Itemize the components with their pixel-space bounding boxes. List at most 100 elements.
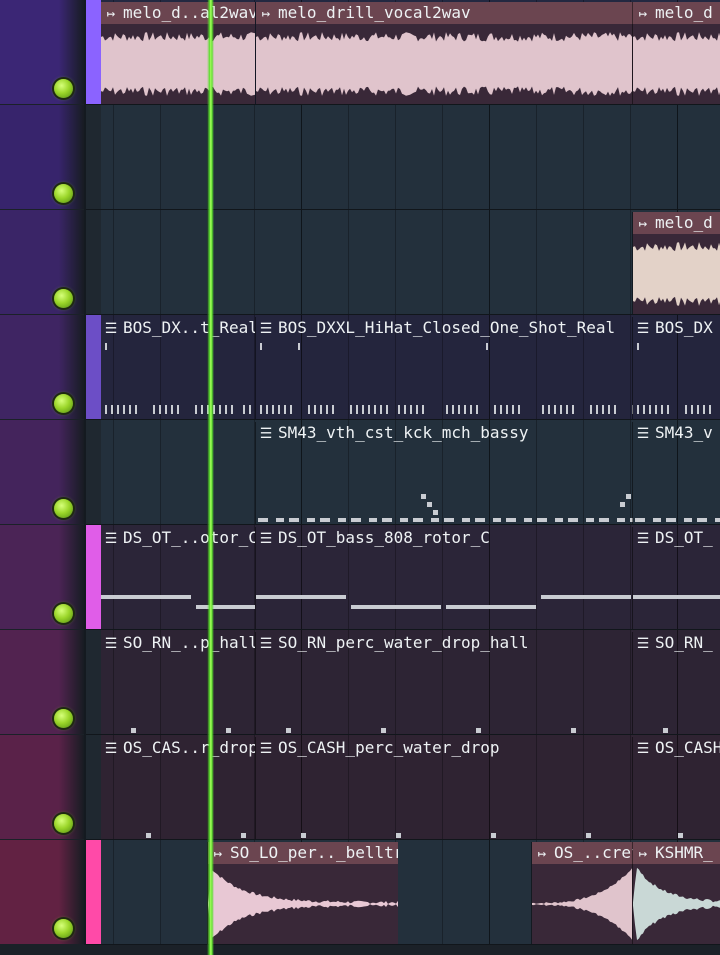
pattern-clip[interactable]: ☰ BOS_DX [632,317,720,419]
mute-led-icon[interactable] [54,604,73,623]
pattern-clip[interactable]: ☰ DS_OT_bass_808_rotor_C [255,527,633,629]
track-header[interactable] [0,105,84,209]
pattern-note [111,405,113,414]
pattern-note [266,405,268,414]
pattern-clip[interactable]: ☰ SM43_v [632,422,720,524]
pattern-clip-icon: ☰ [104,636,118,652]
pattern-clip[interactable]: ☰ BOS_DXXL_HiHat_Closed_One_Shot_Real [255,317,633,419]
pattern-clip[interactable]: ☰ BOS_DX..t_Real [101,317,255,419]
pattern-note [462,518,470,522]
audio-clip[interactable]: ↦ melo_drill_vocal2wav [255,2,633,104]
pattern-clip[interactable]: ☰ SO_RN_..p_hall [101,632,255,734]
mute-led-icon[interactable] [54,79,73,98]
track-header[interactable] [0,840,84,944]
pattern-clip[interactable]: ☰ OS_CASH [632,737,720,839]
mute-led-icon[interactable] [54,394,73,413]
mute-led-icon[interactable] [54,289,73,308]
track-lane[interactable]: ☰ DS_OT_..otor_C ☰ DS_OT_bass_808_rotor_C ☰ D… [101,525,720,630]
track-header[interactable] [0,420,84,524]
track-header[interactable] [0,0,84,104]
grid-line [254,210,255,315]
track-color-strip [86,105,101,210]
track-lane[interactable]: ☰ SO_RN_..p_hall ☰ SO_RN_perc_water_drop_ha… [101,630,720,735]
clip-name: SM43_vth_cst_kck_mch_bassy [278,423,529,442]
track-header[interactable] [0,735,84,839]
clip-body [633,234,720,314]
pattern-clip[interactable]: ☰ OS_CAS..r_drop [101,737,255,839]
clip-title: ☰ DS_OT_..otor_C [101,527,255,549]
track-lane[interactable]: ☰ OS_CAS..r_drop ☰ OS_CASH_perc_water_drop ☰… [101,735,720,840]
pattern-note [586,518,594,522]
track-lane[interactable]: ☰ BOS_DX..t_Real ☰ BOS_DXXL_HiHat_Closed_On… [101,315,720,420]
audio-clip-icon: ↦ [106,6,116,22]
playhead-marker[interactable] [207,0,214,955]
waveform-shape [633,32,720,96]
clip-title: ↦ melo_d [633,212,720,234]
clip-title: ☰ SO_RN_ [633,632,720,654]
grid-line [677,105,678,210]
audio-clip[interactable]: ↦ melo_d..al2wav [101,2,255,104]
clip-body [256,549,633,629]
track-lane[interactable] [101,105,720,210]
audio-clip-icon: ↦ [261,6,271,22]
pattern-note [452,405,454,414]
mute-led-icon[interactable] [54,919,73,938]
clip-name: SO_RN_ [655,633,713,652]
pattern-note [572,405,574,414]
audio-clip[interactable]: ↦ KSHMR_ [632,842,720,944]
pattern-clip[interactable]: ☰ SO_RN_ [632,632,720,734]
track-lane[interactable]: ↦ melo_d..al2wav ↦ melo_drill_vocal2wav ↦ mel… [101,0,720,105]
audio-clip[interactable]: ↦ melo_d [632,212,720,314]
pattern-note [260,405,262,414]
pattern-note [475,518,485,522]
clip-title: ☰ SO_RN_..p_hall [101,632,255,654]
mute-led-icon[interactable] [54,814,73,833]
clip-name: BOS_DX..t_Real [123,318,255,337]
grid-line [348,105,349,210]
playlist-track: ☰ SO_RN_..p_hall ☰ SO_RN_perc_water_drop_ha… [0,630,720,735]
playlist-track: ↦SO_LO_per.._belltree ↦ OS_..cret ↦ KSHMR_ [0,840,720,945]
waveform-shape [633,242,720,306]
pattern-clip[interactable]: ☰ OS_CASH_perc_water_drop [255,737,633,839]
pattern-clip[interactable]: ☰ DS_OT_..otor_C [101,527,255,629]
pattern-note [666,518,676,522]
audio-clip[interactable]: ↦ OS_..cret [531,842,633,944]
clip-body [101,339,255,419]
clip-body [633,444,720,524]
mute-led-icon[interactable] [54,184,73,203]
pattern-note [512,405,514,414]
pattern-note [715,518,720,522]
grid-line [160,420,161,525]
clip-name: DS_OT_bass_808_rotor_C [278,528,490,547]
grid-line [442,840,443,945]
track-lane[interactable]: ↦SO_LO_per.._belltree ↦ OS_..cret ↦ KSHMR_ [101,840,720,945]
audio-clip[interactable]: ↦ melo_d [632,2,720,104]
pattern-clip[interactable]: ☰ DS_OT_ [632,527,720,629]
track-color-strip [86,630,101,735]
clip-body [633,759,720,839]
track-header[interactable] [0,210,84,314]
track-lane[interactable]: ☰ SM43_vth_cst_kck_mch_bassy ☰ SM43_v [101,420,720,525]
pattern-note [276,518,284,522]
pattern-clip[interactable]: ☰ SO_RN_perc_water_drop_hall [255,632,633,734]
pattern-clip[interactable]: ☰ SM43_vth_cst_kck_mch_bassy [255,422,633,524]
mute-led-icon[interactable] [54,709,73,728]
audio-clip[interactable]: ↦SO_LO_per.._belltree [207,842,398,944]
track-header[interactable] [0,525,84,629]
pattern-note [614,405,616,414]
track-header[interactable] [0,630,84,734]
pattern-note [351,605,441,609]
track-color-strip [86,315,101,420]
track-header[interactable] [0,315,84,419]
pattern-note [500,405,502,414]
playlist-track: ↦ melo_d [0,210,720,315]
track-lane[interactable]: ↦ melo_d [101,210,720,315]
clip-body [256,339,633,419]
pattern-note [663,728,668,733]
mute-led-icon[interactable] [54,499,73,518]
pattern-note [368,405,370,414]
pattern-note [684,518,692,522]
pattern-note [153,405,155,414]
pattern-note [374,405,376,414]
clip-body [256,654,633,734]
